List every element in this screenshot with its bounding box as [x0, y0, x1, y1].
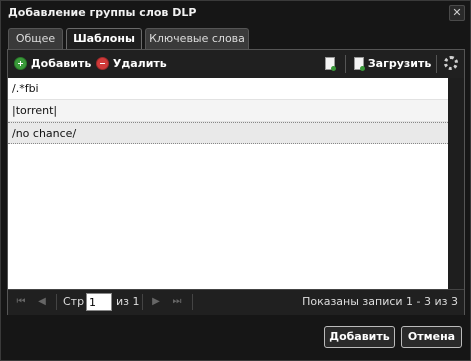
document-upload-icon	[354, 56, 365, 71]
last-page-icon[interactable]: ⏭	[171, 296, 183, 308]
document-export-icon	[325, 56, 336, 71]
export-button[interactable]	[325, 56, 336, 72]
pager-separator	[192, 294, 193, 310]
add-button-label: Добавить	[30, 57, 92, 70]
add-button[interactable]: Добавить	[14, 56, 91, 72]
tab-templates[interactable]: Шаблоны	[66, 28, 142, 49]
next-page-icon[interactable]: ▶	[150, 296, 162, 308]
settings-gear-icon[interactable]	[444, 56, 458, 70]
toolbar-separator	[436, 55, 437, 73]
page-number-input[interactable]	[86, 293, 112, 311]
list-item[interactable]: /.*fbi	[8, 78, 448, 100]
records-info: Показаны записи 1 - 3 из 3	[302, 295, 458, 308]
delete-button-label: Удалить	[112, 57, 167, 70]
list-item[interactable]: |torrent|	[8, 100, 448, 122]
tab-general[interactable]: Общее	[8, 28, 63, 49]
templates-panel: Добавить Удалить Загрузить /.*fbi |torre…	[7, 49, 465, 315]
prev-page-icon[interactable]: ◀	[36, 296, 48, 308]
dialog-window: Добавление группы слов DLP ✕ Общее Шабло…	[0, 0, 471, 361]
tab-strip: Общее Шаблоны Ключевые слова	[8, 28, 464, 49]
page-count-label: из 1	[116, 295, 140, 308]
list-margin	[448, 78, 464, 296]
minus-icon	[96, 56, 109, 70]
dialog-titlebar: Добавление группы слов DLP ✕	[1, 1, 470, 25]
cancel-button[interactable]: Отмена	[401, 326, 462, 348]
tab-keywords[interactable]: Ключевые слова	[145, 28, 249, 49]
delete-button[interactable]: Удалить	[96, 56, 167, 72]
dialog-title: Добавление группы слов DLP	[8, 6, 197, 19]
toolbar-separator	[345, 55, 346, 73]
submit-add-button[interactable]: Добавить	[324, 326, 395, 348]
list-item[interactable]: /no chance/	[8, 122, 448, 144]
plus-icon	[14, 56, 27, 70]
pagination-bar: ⏮ ◀ Стр из 1 ▶ ⏭ Показаны записи 1 - 3 и…	[8, 289, 464, 315]
close-button[interactable]: ✕	[449, 5, 465, 21]
upload-button-label: Загрузить	[367, 57, 432, 70]
pager-separator	[56, 294, 57, 310]
first-page-icon[interactable]: ⏮	[15, 296, 27, 308]
pager-separator	[142, 294, 143, 310]
templates-list: /.*fbi |torrent| /no chance/	[8, 78, 448, 296]
page-label: Стр	[63, 295, 85, 308]
upload-button[interactable]: Загрузить	[354, 56, 431, 72]
grid-toolbar: Добавить Удалить Загрузить	[8, 50, 464, 78]
